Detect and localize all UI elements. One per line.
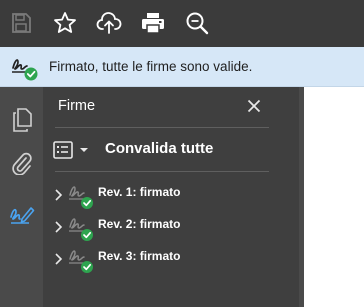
- save-icon: [12, 13, 31, 33]
- attachment-icon: [11, 152, 32, 175]
- signature-valid-icon: [69, 250, 93, 273]
- panel-divider: [55, 171, 269, 172]
- bookmark-star-icon: [54, 12, 76, 33]
- signature-pen-icon: [9, 207, 34, 224]
- cloud-upload-icon: [96, 12, 122, 34]
- revision-row[interactable]: Rev. 1: firmato: [53, 182, 273, 212]
- list-options-icon: [53, 141, 73, 159]
- panel-title: Firme: [58, 98, 96, 114]
- print-icon: [142, 13, 164, 34]
- revision-label: Rev. 2: firmato: [98, 217, 181, 231]
- revision-label: Rev. 3: firmato: [98, 249, 181, 263]
- print-button[interactable]: [137, 7, 169, 39]
- panel-divider: [55, 127, 269, 128]
- chevron-right-icon: [55, 189, 63, 201]
- signatures-panel: Firme Convalida tutte Rev. 1: firmato Re…: [43, 87, 299, 307]
- bookmark-button[interactable]: [49, 7, 81, 39]
- signature-status-text: Firmato, tutte le firme sono valide.: [49, 59, 253, 74]
- document-page: [304, 87, 364, 307]
- rail-attachments-button[interactable]: [0, 142, 43, 184]
- left-navigation-rail: [0, 87, 43, 307]
- revision-row[interactable]: Rev. 3: firmato: [53, 246, 273, 276]
- revision-label: Rev. 1: firmato: [98, 185, 181, 199]
- close-panel-button[interactable]: [243, 95, 265, 117]
- signature-valid-icon: [10, 54, 40, 82]
- signature-valid-icon: [69, 218, 93, 241]
- revision-row[interactable]: Rev. 2: firmato: [53, 214, 273, 244]
- caret-down-icon: [80, 148, 88, 152]
- save-button[interactable]: [5, 7, 37, 39]
- close-icon: [247, 99, 261, 113]
- signature-options-button[interactable]: [53, 137, 95, 163]
- validate-all-button[interactable]: Convalida tutte: [105, 140, 213, 157]
- top-toolbar: [0, 0, 364, 47]
- rail-signatures-button[interactable]: [0, 193, 43, 235]
- upload-cloud-button[interactable]: [93, 7, 125, 39]
- chevron-right-icon: [55, 253, 63, 265]
- acrobat-window: Firmato, tutte le firme sono valide. Fir…: [0, 0, 364, 307]
- signature-valid-icon: [69, 186, 93, 209]
- zoom-search-icon: [186, 12, 209, 35]
- rail-pages-button[interactable]: [0, 99, 43, 141]
- signature-status-bar: Firmato, tutte le firme sono valide.: [0, 47, 364, 87]
- chevron-right-icon: [55, 221, 63, 233]
- pages-icon: [12, 108, 32, 132]
- zoom-button[interactable]: [181, 7, 213, 39]
